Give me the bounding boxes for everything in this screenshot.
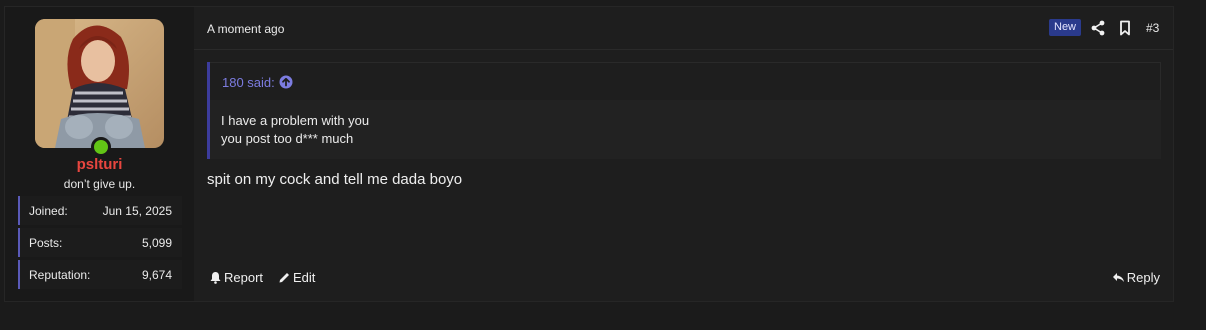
- report-label: Report: [224, 270, 264, 285]
- stat-reputation: Reputation: 9,674: [18, 260, 182, 289]
- post-message: spit on my cock and tell me dada boyo: [207, 171, 463, 188]
- post-header: A moment ago New #3: [194, 7, 1173, 50]
- stat-value: Jun 15, 2025: [102, 204, 172, 218]
- bookmark-icon[interactable]: [1118, 20, 1132, 36]
- username[interactable]: pslturi: [5, 156, 194, 173]
- quote-body: I have a problem with you you post too d…: [210, 100, 1161, 159]
- online-status-indicator: [91, 137, 111, 157]
- avatar[interactable]: [35, 19, 164, 148]
- quote-author[interactable]: 180 said:: [222, 75, 275, 90]
- quote-line: I have a problem with you: [221, 113, 370, 128]
- stat-value: 5,099: [141, 236, 172, 250]
- post-main: A moment ago New #3 180 said: I have a p…: [194, 7, 1173, 301]
- stat-joined: Joined: Jun 15, 2025: [18, 196, 182, 225]
- edit-label: Edit: [293, 270, 316, 285]
- user-title: don’t give up.: [63, 177, 136, 191]
- reply-button[interactable]: Reply: [1112, 270, 1160, 285]
- stat-label: Posts:: [29, 236, 63, 250]
- bell-icon: [210, 272, 221, 284]
- stat-label: Reputation:: [29, 268, 91, 282]
- quote-jump-icon[interactable]: [279, 75, 293, 89]
- reply-icon: [1112, 273, 1124, 282]
- post-container: pslturi don’t give up. Joined: Jun 15, 2…: [4, 6, 1174, 302]
- edit-button[interactable]: Edit: [278, 270, 315, 285]
- pencil-icon: [279, 273, 289, 283]
- user-column: pslturi don’t give up. Joined: Jun 15, 2…: [5, 7, 194, 301]
- stat-posts: Posts: 5,099: [18, 228, 182, 257]
- share-icon[interactable]: [1091, 20, 1105, 36]
- stat-label: Joined:: [29, 204, 68, 218]
- reply-label: Reply: [1126, 270, 1160, 285]
- quote-header: 180 said:: [210, 62, 1161, 100]
- avatar-image: [35, 19, 164, 148]
- new-badge: New: [1049, 19, 1082, 36]
- post-timestamp[interactable]: A moment ago: [207, 22, 284, 36]
- quote-block: 180 said: I have a problem with you you …: [207, 62, 1161, 159]
- post-number[interactable]: #3: [1146, 21, 1159, 35]
- quote-line: you post too d*** much: [221, 131, 354, 146]
- stat-value: 9,674: [141, 268, 172, 282]
- report-button[interactable]: Report: [209, 270, 263, 285]
